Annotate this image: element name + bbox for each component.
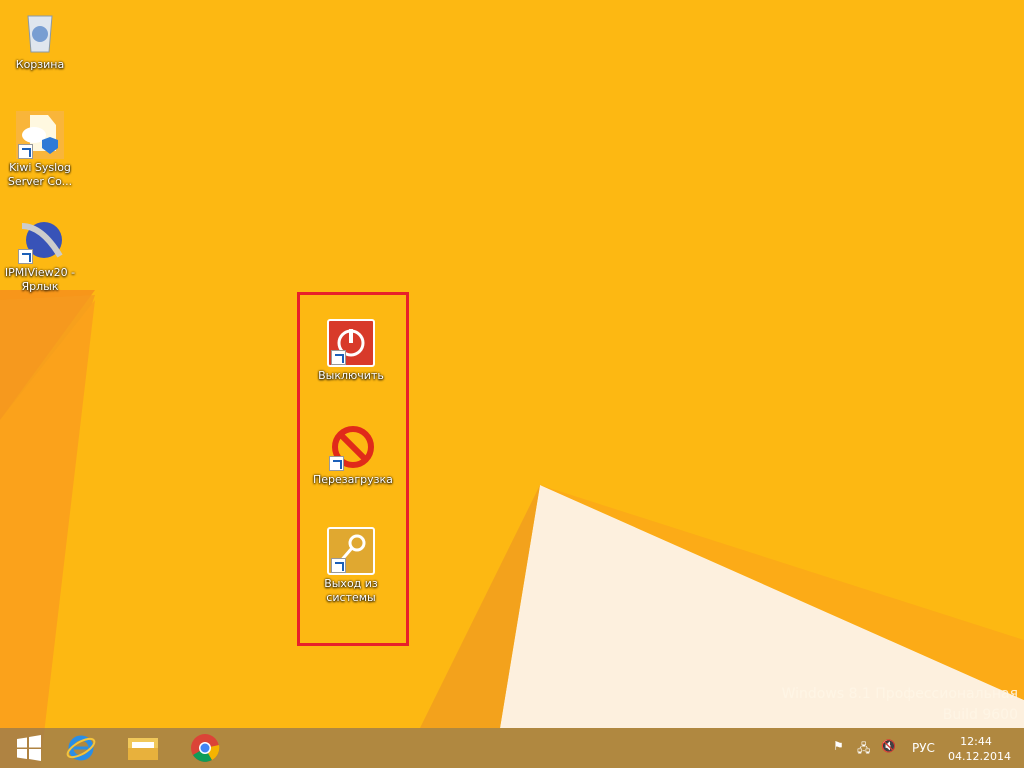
internet-explorer-icon: [66, 735, 96, 761]
icon-label: Kiwi Syslog Server Co...: [7, 161, 73, 188]
desktop-icon-ipmiview[interactable]: IPMIView20 - Ярлык: [2, 216, 78, 294]
taskbar-file-explorer[interactable]: [114, 728, 172, 768]
key-icon: [327, 527, 375, 575]
start-button[interactable]: [0, 728, 58, 768]
ipmiview-globe-icon: [16, 216, 64, 264]
windows-watermark: Windows 8.1 Профессиональная Build 9600: [782, 684, 1018, 726]
desktop-icon-kiwi-syslog[interactable]: Kiwi Syslog Server Co...: [2, 111, 78, 189]
icon-label: Корзина: [15, 58, 65, 71]
watermark-edition: Windows 8.1 Профессиональная: [781, 686, 1018, 702]
shortcut-arrow-icon: [18, 249, 33, 264]
taskbar-chrome[interactable]: [176, 728, 234, 768]
action-center-flag-icon[interactable]: ⚑: [833, 739, 844, 753]
shortcut-arrow-icon: [18, 144, 33, 159]
taskbar-internet-explorer[interactable]: [52, 728, 110, 768]
clock-date: 04.12.2014: [948, 750, 1011, 763]
volume-muted-icon[interactable]: 🔇: [881, 739, 896, 753]
language-indicator[interactable]: РУС: [912, 741, 935, 755]
desktop-icon-restart[interactable]: Перезагрузка: [313, 423, 393, 487]
shortcut-arrow-icon: [331, 350, 346, 365]
icon-label: Выключить: [318, 369, 384, 382]
windows-logo-icon: [17, 735, 41, 761]
icon-label: Выход из системы: [324, 577, 378, 604]
taskbar: ⚑ 🖧 🔇 РУС 12:44 04.12.2014: [0, 728, 1024, 768]
wallpaper: [0, 290, 1024, 768]
desktop-icon-shutdown[interactable]: Выключить: [313, 319, 389, 383]
desktop-icon-logoff[interactable]: Выход из системы: [313, 527, 389, 605]
shortcut-arrow-icon: [329, 456, 344, 471]
power-icon: [327, 319, 375, 367]
recycle-bin-icon: [16, 8, 64, 56]
icon-label: Перезагрузка: [313, 473, 393, 486]
desktop-icon-recycle-bin[interactable]: Корзина: [2, 8, 78, 72]
chrome-icon: [191, 734, 220, 762]
clock-time: 12:44: [960, 735, 992, 748]
no-entry-icon: [327, 423, 375, 471]
clock[interactable]: 12:44 04.12.2014: [948, 734, 1011, 764]
shortcut-arrow-icon: [331, 558, 346, 573]
folder-icon: [128, 738, 158, 760]
watermark-build: Build 9600: [942, 707, 1018, 723]
kiwi-syslog-icon: [16, 111, 64, 159]
icon-label: IPMIView20 - Ярлык: [4, 266, 76, 293]
network-icon[interactable]: 🖧: [857, 739, 870, 760]
